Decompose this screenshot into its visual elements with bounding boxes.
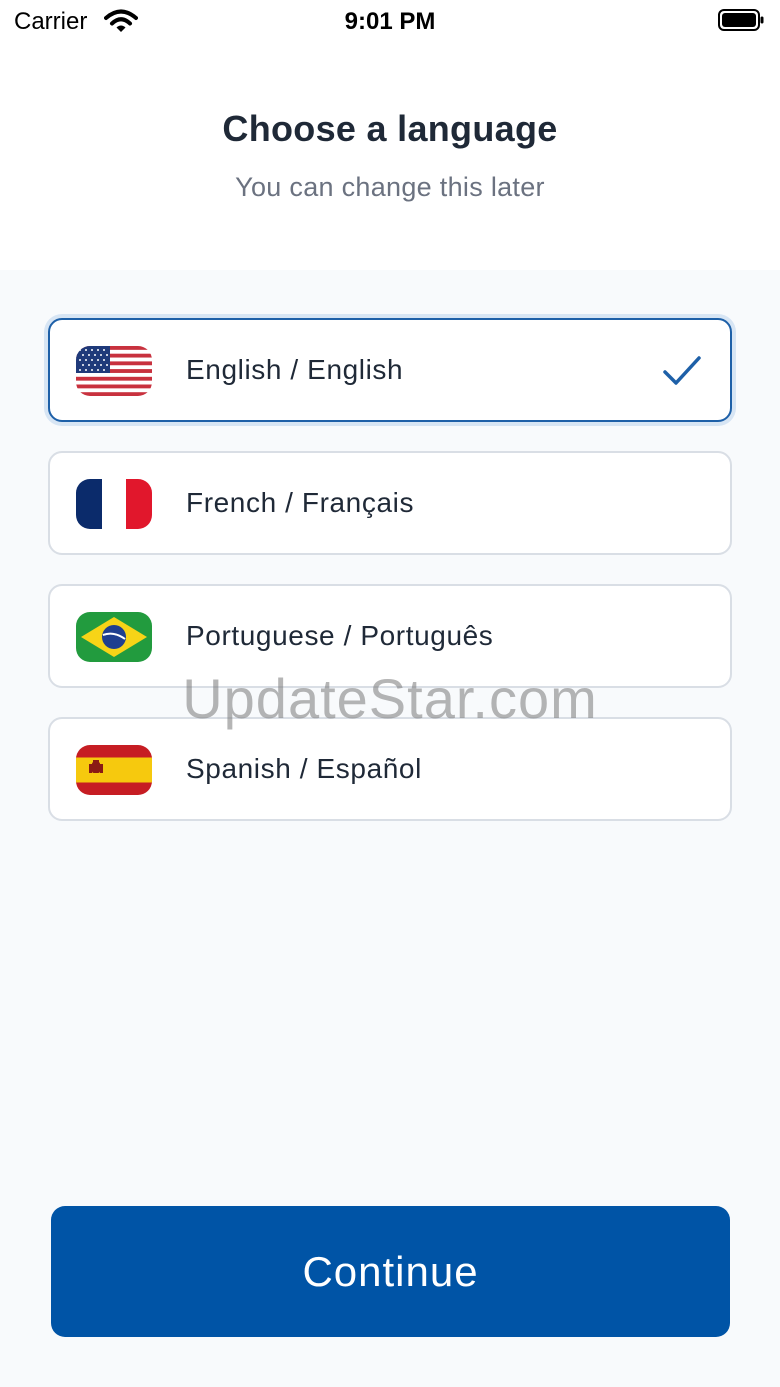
continue-button[interactable]: Continue [51, 1206, 730, 1337]
status-bar: Carrier 9:01 PM [0, 0, 780, 44]
brazil-flag-icon [76, 612, 152, 662]
language-option-english[interactable]: English / English [48, 318, 732, 422]
page-title: Choose a language [222, 108, 558, 149]
status-time: 9:01 PM [344, 8, 436, 35]
us-flag-icon [76, 346, 152, 396]
language-list: English / English French / Français Port… [48, 318, 732, 850]
language-label: English / English [186, 354, 404, 385]
language-label: Spanish / Español [186, 753, 422, 784]
france-flag-icon [76, 479, 152, 529]
spain-flag-icon [76, 745, 152, 795]
checkmark-icon [663, 356, 701, 385]
language-label: French / Français [186, 487, 415, 518]
page-subtitle: You can change this later [235, 172, 545, 202]
language-option-french[interactable]: French / Français [48, 451, 732, 555]
battery-icon [718, 9, 764, 31]
language-option-spanish[interactable]: Spanish / Español [48, 717, 732, 821]
language-label: Portuguese / Português [186, 620, 494, 651]
language-option-portuguese[interactable]: Portuguese / Português [48, 584, 732, 688]
